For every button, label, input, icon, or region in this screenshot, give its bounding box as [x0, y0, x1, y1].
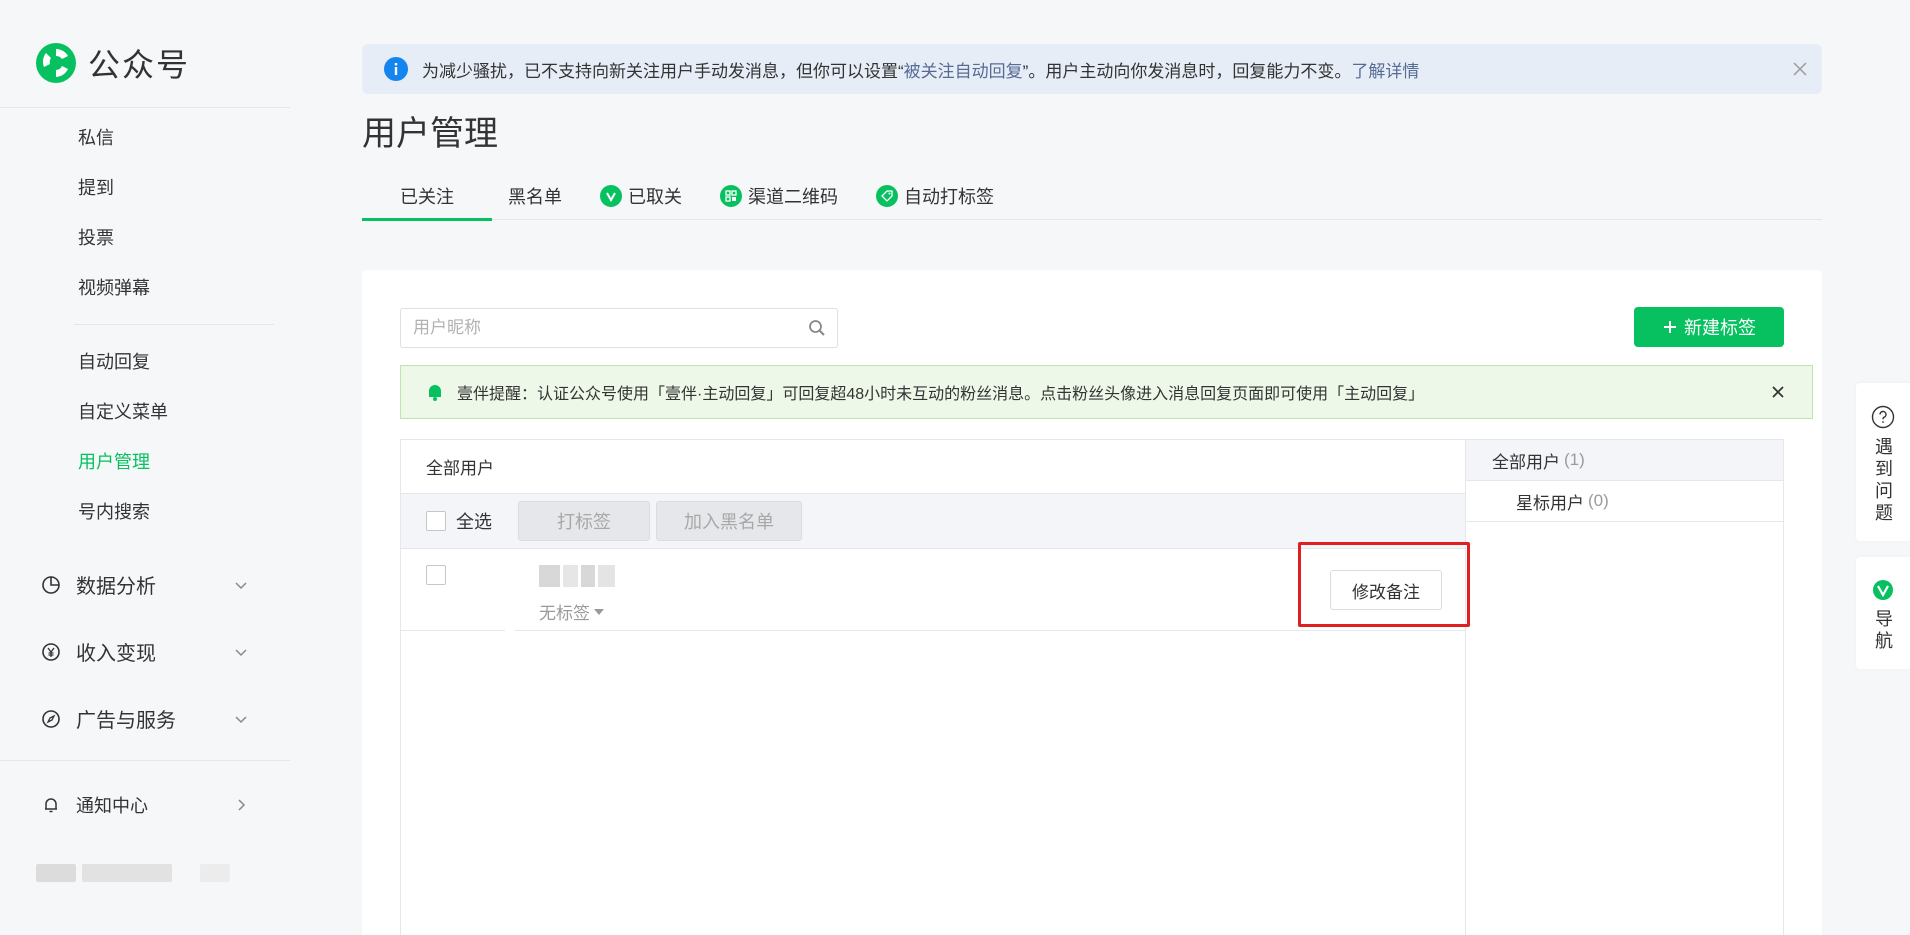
- tab-auto-tagging[interactable]: 自动打标签: [876, 172, 1016, 220]
- group-label: 收入变现: [76, 643, 156, 665]
- bell-icon: [40, 794, 62, 816]
- divider: [74, 324, 274, 325]
- caret-down-icon: [594, 608, 604, 615]
- page-title: 用户管理: [362, 115, 498, 153]
- user-groups: 全部用户 (1) 星标用户 (0): [1466, 439, 1784, 935]
- group-count: (0): [1588, 491, 1609, 510]
- sidebar-group-data-analysis[interactable]: 数据分析: [40, 570, 250, 599]
- info-icon: [384, 57, 408, 81]
- reminder-notice: 壹伴提醒：认证公众号使用「壹伴·主动回复」可回复超48小时未互动的粉丝消息。点击…: [400, 365, 1813, 419]
- table-row: 无标签 修改备注: [401, 542, 1470, 631]
- logo[interactable]: 公众号: [34, 40, 190, 86]
- group-label: 通知中心: [76, 796, 148, 816]
- help-button[interactable]: 遇到问题: [1856, 383, 1910, 541]
- group-label: 广告与服务: [76, 710, 176, 732]
- yen-icon: [40, 641, 62, 663]
- sidebar-item-mentions[interactable]: 提到: [78, 174, 114, 200]
- tab-label: 已关注: [400, 187, 454, 207]
- row-checkbox[interactable]: [426, 565, 446, 585]
- tab-unfollowed[interactable]: 已取关: [600, 172, 704, 220]
- tag-icon: [876, 185, 898, 207]
- sidebar-group-ads-services[interactable]: 广告与服务: [40, 704, 250, 733]
- nav-label: 导航: [1873, 609, 1893, 653]
- group-count: (1): [1564, 450, 1585, 469]
- sidebar-item-custom-menu[interactable]: 自定义菜单: [78, 398, 168, 424]
- info-banner: 为减少骚扰，已不支持向新关注用户手动发消息，但你可以设置“ 被关注自动回复 ”。…: [362, 44, 1822, 94]
- tab-blacklist[interactable]: 黑名单: [508, 172, 584, 220]
- table-toolbar: 全选 打标签 加入黑名单: [401, 494, 1465, 549]
- group-starred-users[interactable]: 星标用户 (0): [1466, 481, 1783, 522]
- close-icon[interactable]: [1768, 382, 1788, 402]
- search-box: [400, 308, 838, 348]
- tab-label: 自动打标签: [904, 187, 994, 207]
- question-icon: [1871, 405, 1895, 429]
- account-avatar[interactable]: [36, 860, 256, 886]
- v-badge-icon: [1873, 580, 1893, 600]
- banner-link-auto-reply[interactable]: 被关注自动回复: [904, 57, 1023, 82]
- app-name: 公众号: [88, 47, 191, 83]
- group-label: 星标用户: [1516, 493, 1584, 513]
- group-label: 全部用户: [1492, 452, 1560, 472]
- tab-label: 已取关: [628, 187, 682, 207]
- select-all-label[interactable]: 全选: [456, 508, 492, 534]
- sidebar-item-user-management[interactable]: 用户管理: [78, 448, 150, 474]
- bell-icon: [428, 385, 442, 401]
- qrcode-icon: [720, 185, 742, 207]
- user-nickname: [539, 565, 616, 589]
- banner-text: 为减少骚扰，已不支持向新关注用户手动发消息，但你可以设置“: [422, 61, 904, 81]
- nav-button[interactable]: 导航: [1856, 557, 1910, 669]
- divider: [0, 760, 290, 761]
- sidebar-item-in-account-search[interactable]: 号内搜索: [78, 498, 150, 524]
- table-header: 全部用户: [401, 440, 1465, 494]
- banner-text: ”。用户主动向你发消息时，回复能力不变。: [1022, 61, 1352, 81]
- notice-text: 壹伴提醒：认证公众号使用「壹伴·主动回复」可回复超48小时未互动的粉丝消息。点击…: [457, 386, 1425, 403]
- button-label: 新建标签: [1684, 318, 1756, 338]
- avatar[interactable]: [505, 549, 515, 631]
- floating-helpers: 遇到问题 导航: [1856, 383, 1910, 685]
- sidebar-item-video-danmaku[interactable]: 视频弹幕: [78, 274, 150, 300]
- group-all-users[interactable]: 全部用户 (1): [1466, 440, 1783, 481]
- search-icon[interactable]: [797, 309, 837, 347]
- tab-label: 渠道二维码: [748, 187, 838, 207]
- group-label: 数据分析: [76, 576, 156, 598]
- plus-icon: [1664, 321, 1676, 333]
- tag-dropdown[interactable]: 无标签: [539, 599, 604, 624]
- edit-remark-button[interactable]: 修改备注: [1330, 570, 1442, 610]
- sidebar-group-monetization[interactable]: 收入变现: [40, 637, 250, 666]
- chevron-down-icon: [232, 643, 250, 661]
- divider: [0, 107, 290, 108]
- sidebar-item-notification-center[interactable]: 通知中心: [40, 792, 250, 818]
- sidebar: 公众号 私信 提到 投票 视频弹幕 自动回复 自定义菜单 用户管理 号内搜索 数…: [0, 0, 290, 935]
- v-badge-icon: [600, 185, 622, 207]
- chevron-down-icon: [232, 710, 250, 728]
- add-to-blacklist-button[interactable]: 加入黑名单: [656, 501, 802, 541]
- help-label: 遇到问题: [1873, 437, 1893, 525]
- compass-icon: [40, 708, 62, 730]
- tab-followed[interactable]: 已关注: [362, 172, 492, 221]
- add-tag-button[interactable]: 打标签: [518, 501, 650, 541]
- close-icon[interactable]: [1788, 57, 1812, 81]
- tab-label: 黑名单: [508, 187, 562, 207]
- main-panel: 新建标签 壹伴提醒：认证公众号使用「壹伴·主动回复」可回复超48小时未互动的粉丝…: [362, 270, 1822, 935]
- new-tag-button[interactable]: 新建标签: [1634, 307, 1784, 347]
- banner-link-details[interactable]: 了解详情: [1351, 57, 1419, 82]
- sidebar-item-vote[interactable]: 投票: [78, 224, 114, 250]
- scrollbar[interactable]: [1904, 0, 1910, 935]
- chevron-right-icon: [232, 796, 250, 814]
- tab-channel-qrcode[interactable]: 渠道二维码: [720, 172, 860, 220]
- chevron-down-icon: [232, 576, 250, 594]
- tag-label: 无标签: [539, 604, 590, 623]
- tab-bar: 已关注 黑名单 已取关 渠道二维码 自动打标签: [362, 172, 1822, 221]
- wechat-official-logo-icon: [36, 43, 76, 83]
- sidebar-item-auto-reply[interactable]: 自动回复: [78, 348, 150, 374]
- search-input[interactable]: [401, 309, 797, 347]
- sidebar-item-messages[interactable]: 私信: [78, 124, 114, 150]
- select-all-checkbox[interactable]: [426, 511, 446, 531]
- pie-chart-icon: [40, 574, 62, 596]
- user-table: 全部用户 全选 打标签 加入黑名单 无标签 修改备注: [400, 439, 1470, 935]
